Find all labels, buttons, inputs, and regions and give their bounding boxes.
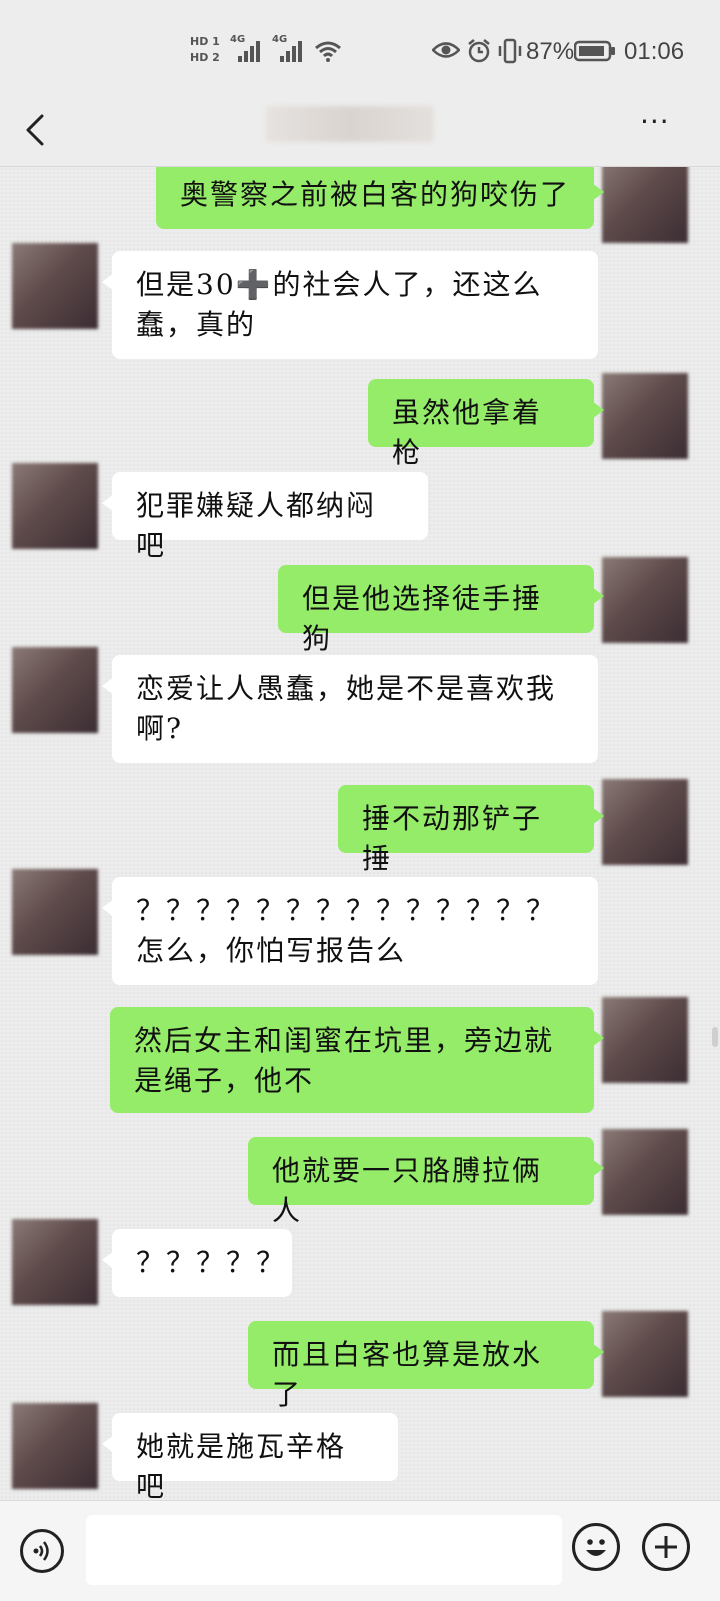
chat-header: ··· (0, 100, 720, 167)
voice-input-button[interactable] (20, 1529, 64, 1573)
my-avatar[interactable] (602, 373, 688, 459)
message-bubble-received[interactable]: 但是30➕的社会人了，还这么蠢，真的 (102, 251, 598, 359)
message-input[interactable] (86, 1515, 562, 1585)
contact-avatar[interactable] (12, 243, 98, 329)
message-list[interactable]: 奥警察之前被白客的狗咬伤了 但是30➕的社会人了，还这么蠢，真的 虽然他拿着枪 … (0, 167, 720, 1500)
message-bubble-sent[interactable]: 虽然他拿着枪 (368, 379, 604, 469)
contact-avatar[interactable] (12, 869, 98, 955)
my-avatar[interactable] (602, 1311, 688, 1397)
my-avatar[interactable] (602, 167, 688, 243)
message-bubble-received[interactable]: ？？？？？ (102, 1229, 292, 1297)
contact-name-redacted (266, 106, 434, 142)
scrollbar-thumb[interactable] (712, 1027, 718, 1047)
more-functions-button[interactable] (642, 1523, 690, 1571)
message-bubble-received[interactable]: 她就是施瓦辛格吧 (102, 1413, 398, 1500)
my-avatar[interactable] (602, 557, 688, 643)
emoji-icon (586, 1539, 606, 1556)
my-avatar[interactable] (602, 1129, 688, 1215)
my-avatar[interactable] (602, 779, 688, 865)
contact-avatar[interactable] (12, 1219, 98, 1305)
message-bubble-sent[interactable]: 他就要一只胳膊拉俩人 (248, 1137, 604, 1227)
clock: 01:06 (624, 38, 685, 65)
message-bubble-sent[interactable]: 捶不动那铲子捶 (338, 785, 604, 875)
message-bubble-received[interactable]: 恋爱让人愚蠢，她是不是喜欢我啊? (102, 655, 598, 763)
message-bubble-sent[interactable]: 而且白客也算是放水了 (248, 1321, 604, 1411)
back-button[interactable] (20, 108, 60, 152)
vibrate-icon (498, 38, 522, 64)
dual-sim-indicator: HD 1 HD 2 (190, 34, 220, 66)
emoji-button[interactable] (572, 1523, 620, 1571)
contact-avatar[interactable] (12, 463, 98, 549)
my-avatar[interactable] (602, 997, 688, 1083)
more-options-button[interactable]: ··· (640, 108, 684, 142)
eye-icon (432, 42, 460, 58)
wifi-icon (315, 41, 341, 62)
message-input-bar (0, 1500, 720, 1601)
hd1-icon: HD 1 (190, 35, 220, 48)
hd2-icon: HD 2 (190, 51, 220, 64)
contact-avatar[interactable] (12, 1403, 98, 1489)
contact-avatar[interactable] (12, 647, 98, 733)
message-bubble-sent[interactable]: 奥警察之前被白客的狗咬伤了 (156, 167, 604, 229)
message-bubble-sent[interactable]: 但是他选择徒手捶狗 (278, 565, 604, 655)
message-bubble-received[interactable]: 犯罪嫌疑人都纳闷吧 (102, 472, 428, 562)
message-bubble-received[interactable]: ？？？？？？？？？？？？？？怎么，你怕写报告么 (102, 877, 598, 985)
alarm-icon (468, 39, 490, 63)
plus-icon (655, 1536, 677, 1558)
voice-icon (33, 1541, 49, 1561)
battery-percent: 87% (526, 38, 575, 65)
status-bar: HD 1 HD 2 4G 4G 87% 01:06 (0, 0, 720, 100)
message-bubble-sent[interactable]: 然后女主和闺蜜在坑里，旁边就是绳子，他不 (110, 1007, 604, 1113)
battery-icon (574, 40, 615, 62)
